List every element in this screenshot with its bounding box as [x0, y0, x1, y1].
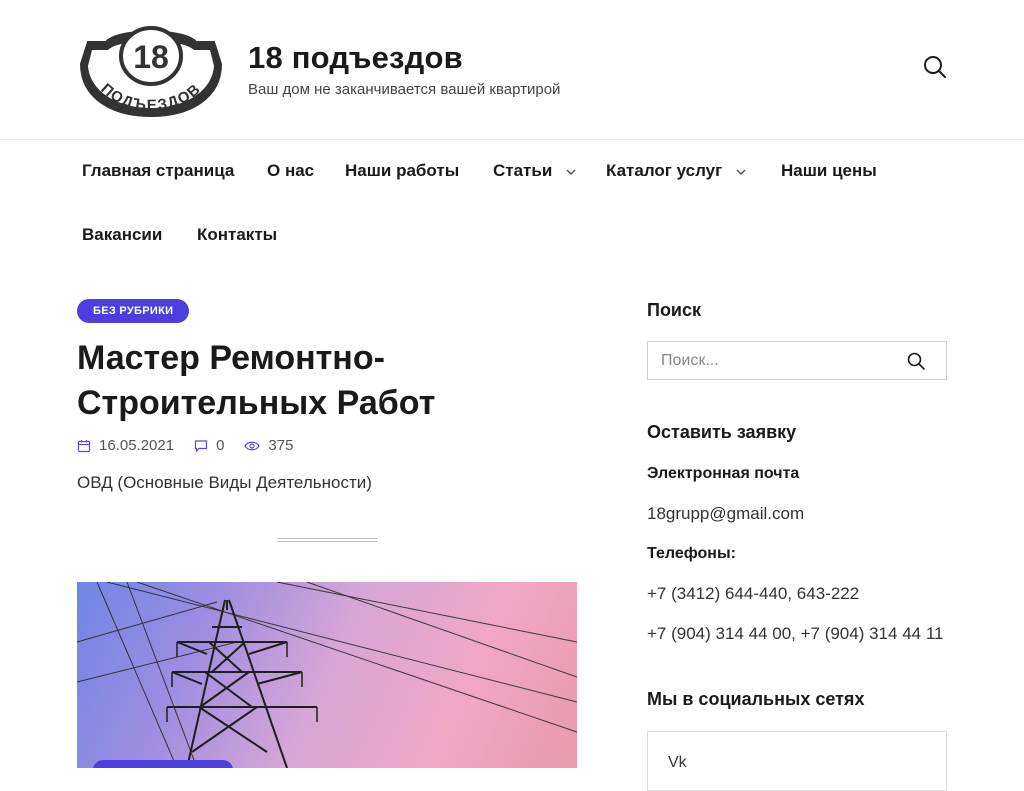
nav-item-catalog[interactable]: Каталог услуг — [606, 161, 747, 181]
nav-item-label: Наши работы — [345, 161, 460, 180]
site-logo[interactable]: 18 ПОДЪЕЗДОВ — [78, 20, 224, 118]
phones-label: Телефоны: — [647, 545, 736, 562]
social-widget-title: Мы в социальных сетях — [647, 689, 865, 709]
search-icon[interactable] — [922, 54, 948, 80]
sidebar-search — [647, 341, 947, 380]
search-input[interactable] — [648, 342, 898, 379]
nav-item-articles[interactable]: Статьи — [493, 161, 577, 181]
comment-icon — [194, 439, 208, 452]
post-comments-count: 0 — [216, 437, 225, 454]
nav-item-label: Каталог услуг — [606, 161, 723, 180]
post-views-count: 375 — [268, 437, 294, 454]
social-link-vk[interactable]: Vk — [647, 731, 947, 791]
nav-item-about[interactable]: О нас — [267, 161, 314, 181]
search-widget-title: Поиск — [647, 300, 702, 320]
post-featured-image[interactable] — [77, 582, 577, 768]
power-tower-image — [77, 582, 577, 768]
social-link-label: Vk — [668, 754, 687, 771]
chevron-down-icon — [566, 168, 576, 175]
post-comments[interactable]: 0 — [194, 437, 224, 454]
search-button-icon[interactable] — [906, 351, 926, 371]
eye-icon — [244, 441, 261, 450]
nav-item-label: Наши цены — [781, 161, 877, 180]
site-title[interactable]: 18 подъездов — [248, 40, 463, 76]
request-widget-title: Оставить заявку — [647, 422, 797, 442]
chevron-down-icon — [736, 168, 746, 175]
post-date: 16.05.2021 — [77, 437, 174, 454]
nav-item-prices[interactable]: Наши цены — [781, 161, 877, 181]
nav-item-label: Вакансии — [82, 225, 163, 244]
logo-number: 18 — [133, 39, 169, 75]
post-excerpt: ОВД (Основные Виды Деятельности) — [77, 473, 372, 492]
nav-item-contacts[interactable]: Контакты — [197, 225, 277, 245]
site-header: 18 ПОДЪЕЗДОВ 18 подъездов Ваш дом не зак… — [0, 0, 1024, 140]
post-title[interactable]: Мастер Ремонтно-Строительных Работ — [77, 336, 577, 426]
post-divider — [277, 538, 377, 542]
post-meta: 16.05.2021 0 375 — [77, 437, 313, 454]
image-category-badge[interactable] — [93, 760, 233, 768]
phones-line-1: +7 (3412) 644-440, 643-222 — [647, 584, 860, 603]
nav-item-label: О нас — [267, 161, 315, 180]
category-badge[interactable]: БЕЗ РУБРИКИ — [77, 299, 190, 323]
nav-item-label: Контакты — [197, 225, 278, 244]
email-label: Электронная почта — [647, 465, 800, 482]
phones-line-2: +7 (904) 314 44 00, +7 (904) 314 44 11 — [647, 624, 944, 643]
nav-item-works[interactable]: Наши работы — [345, 161, 459, 181]
post-date-value: 16.05.2021 — [99, 437, 175, 454]
nav-item-home[interactable]: Главная страница — [82, 161, 234, 181]
site-description: Ваш дом не заканчивается вашей квартирой — [248, 81, 561, 98]
nav-item-label: Статьи — [493, 161, 553, 180]
email-link[interactable]: 18grupp@gmail.com — [647, 504, 804, 524]
nav-item-label: Главная страница — [82, 161, 235, 180]
nav-item-vacancies[interactable]: Вакансии — [82, 225, 162, 245]
post-views: 375 — [244, 437, 293, 454]
calendar-icon — [77, 439, 91, 452]
